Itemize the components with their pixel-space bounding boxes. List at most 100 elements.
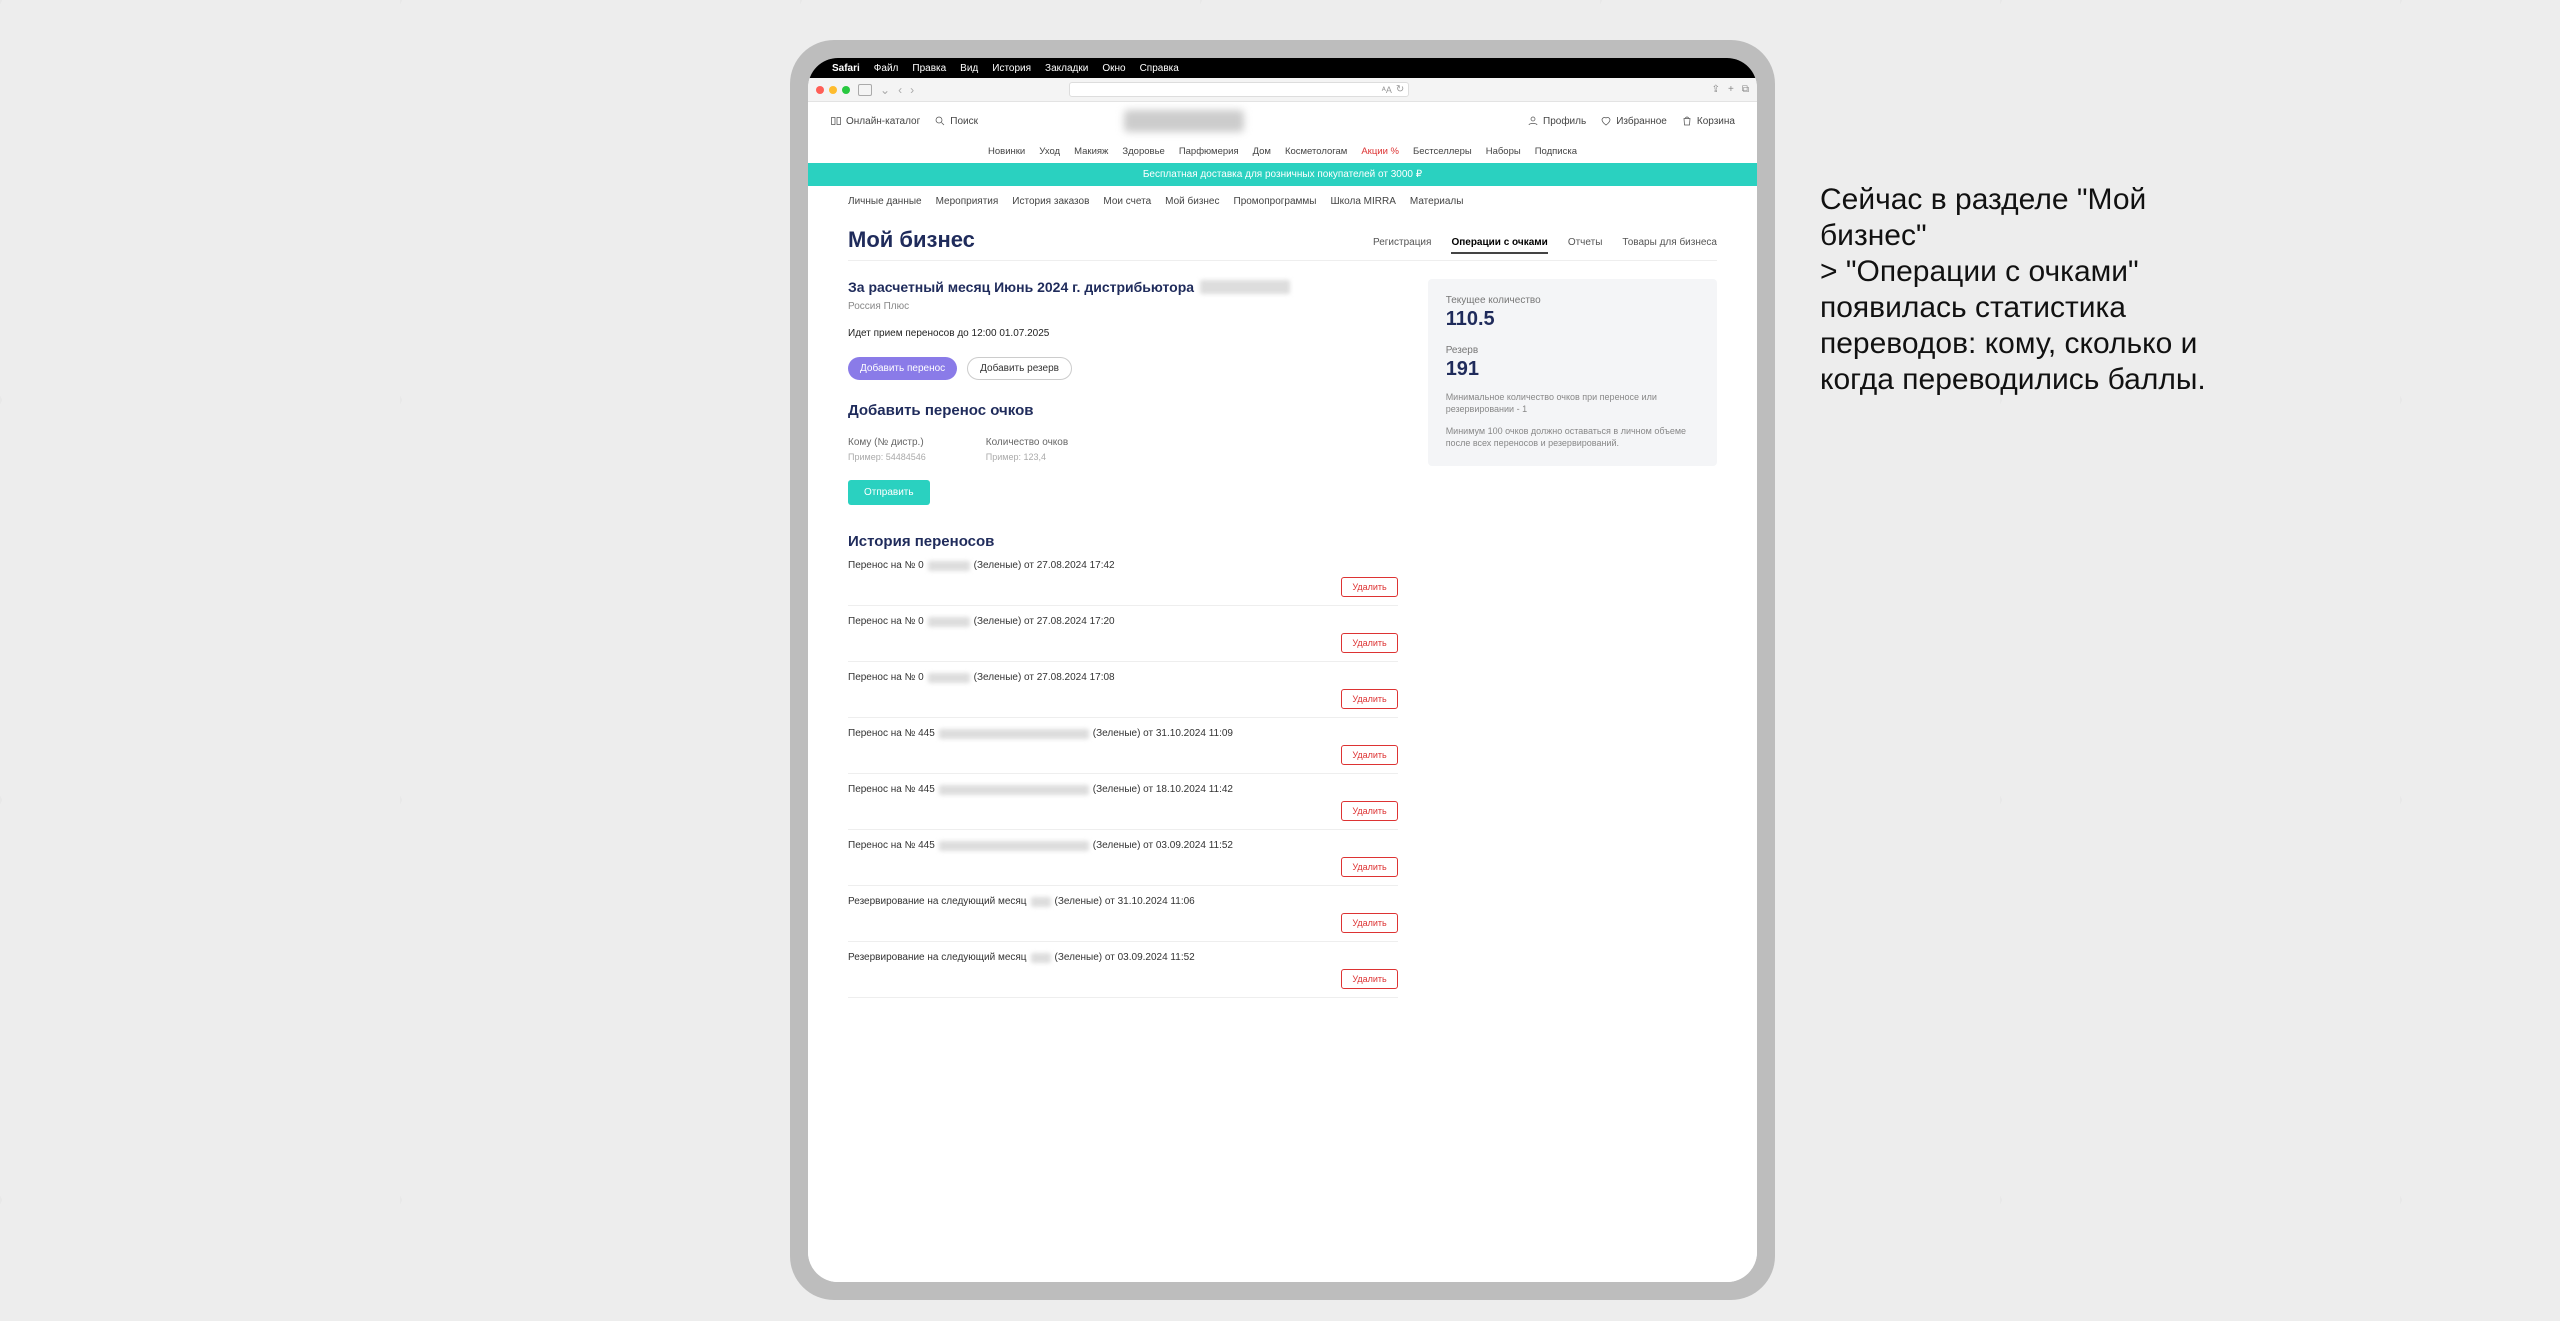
share-icon[interactable]: ⇪ [1712, 84, 1720, 95]
subnav-item[interactable]: Мой бизнес [1165, 196, 1219, 207]
content-area: Мой бизнес Регистрация Операции с очками… [808, 217, 1757, 1282]
macos-menubar: Safari Файл Правка Вид История Закладки … [808, 58, 1757, 78]
history-item: Резервирование на следующий месяц(Зелены… [848, 886, 1398, 942]
tab-registration[interactable]: Регистрация [1373, 237, 1431, 254]
tab-business-goods[interactable]: Товары для бизнеса [1622, 237, 1717, 254]
history-item: Перенос на № 445(Зеленые) от 18.10.2024 … [848, 774, 1398, 830]
catnav-item[interactable]: Новинки [988, 146, 1025, 157]
history-suffix: (Зеленые) от 03.09.2024 11:52 [1055, 952, 1195, 963]
minimize-window-icon[interactable] [829, 86, 837, 94]
business-tabs: Регистрация Операции с очками Отчеты Тов… [848, 237, 1717, 261]
add-transfer-button[interactable]: Добавить перенос [848, 357, 957, 380]
reserve-points-label: Резерв [1446, 345, 1699, 356]
menubar-item-file[interactable]: Файл [874, 63, 899, 74]
menubar-item-history[interactable]: История [992, 63, 1031, 74]
add-transfer-heading: Добавить перенос очков [848, 402, 1398, 419]
history-heading: История переносов [848, 533, 1398, 550]
catnav-item[interactable]: Уход [1039, 146, 1060, 157]
history-item: Перенос на № 0(Зеленые) от 27.08.2024 17… [848, 606, 1398, 662]
free-shipping-banner: Бесплатная доставка для розничных покупа… [808, 163, 1757, 186]
history-suffix: (Зеленые) от 27.08.2024 17:08 [974, 672, 1115, 683]
history-item: Перенос на № 0(Зеленые) от 27.08.2024 17… [848, 550, 1398, 606]
search-link[interactable]: Поиск [934, 115, 978, 127]
delete-button[interactable]: Удалить [1341, 857, 1397, 877]
heart-icon [1600, 115, 1612, 127]
catnav-item[interactable]: Парфюмерия [1179, 146, 1239, 157]
redacted-value [939, 729, 1089, 739]
reader-icon[interactable]: ᴬA [1382, 85, 1392, 95]
history-prefix: Перенос на № 445 [848, 728, 935, 739]
tabs-icon[interactable]: ⧉ [1742, 84, 1749, 95]
redacted-value [939, 841, 1089, 851]
catnav-item[interactable]: Дом [1253, 146, 1271, 157]
catnav-item[interactable]: Бестселлеры [1413, 146, 1472, 157]
subnav-item[interactable]: Личные данные [848, 196, 922, 207]
profile-link[interactable]: Профиль [1527, 115, 1586, 127]
history-item: Перенос на № 445(Зеленые) от 03.09.2024 … [848, 830, 1398, 886]
new-tab-icon[interactable]: + [1728, 84, 1734, 95]
history-suffix: (Зеленые) от 27.08.2024 17:20 [974, 616, 1115, 627]
catnav-item[interactable]: Наборы [1486, 146, 1521, 157]
catalog-link[interactable]: Онлайн-каталог [830, 115, 920, 127]
delete-button[interactable]: Удалить [1341, 913, 1397, 933]
menubar-app-name[interactable]: Safari [832, 63, 860, 74]
chevron-down-icon[interactable]: ⌄ [880, 83, 890, 97]
subnav-item[interactable]: Материалы [1410, 196, 1464, 207]
menubar-item-edit[interactable]: Правка [912, 63, 946, 74]
delete-button[interactable]: Удалить [1341, 745, 1397, 765]
subnav-item[interactable]: Школа MIRRA [1331, 196, 1396, 207]
sidebar-toggle-icon[interactable] [858, 84, 872, 96]
favorites-link[interactable]: Избранное [1600, 115, 1667, 127]
menubar-item-window[interactable]: Окно [1102, 63, 1125, 74]
subnav-item[interactable]: Мои счета [1103, 196, 1151, 207]
catnav-item[interactable]: Косметологам [1285, 146, 1347, 157]
maximize-window-icon[interactable] [842, 86, 850, 94]
subnav-item[interactable]: Промопрограммы [1234, 196, 1317, 207]
menubar-item-view[interactable]: Вид [960, 63, 978, 74]
current-points-value: 110.5 [1446, 308, 1699, 331]
catnav-item[interactable]: Макияж [1074, 146, 1108, 157]
menubar-item-bookmarks[interactable]: Закладки [1045, 63, 1088, 74]
catnav-item-promo[interactable]: Акции % [1361, 146, 1399, 157]
catnav-item[interactable]: Здоровье [1122, 146, 1164, 157]
menubar-item-help[interactable]: Справка [1140, 63, 1179, 74]
close-window-icon[interactable] [816, 86, 824, 94]
delete-button[interactable]: Удалить [1341, 969, 1397, 989]
book-icon [830, 115, 842, 127]
tablet-frame: Safari Файл Правка Вид История Закладки … [790, 40, 1775, 1300]
reload-icon[interactable]: ↻ [1396, 84, 1404, 95]
delete-button[interactable]: Удалить [1341, 689, 1397, 709]
redacted-value [928, 673, 970, 683]
top-nav: Онлайн-каталог Поиск Профиль Изб [808, 102, 1757, 140]
window-controls [816, 86, 850, 94]
delete-button[interactable]: Удалить [1341, 633, 1397, 653]
min-remain-note: Минимум 100 очков должно оставаться в ли… [1446, 425, 1699, 449]
back-icon[interactable]: ‹ [898, 83, 902, 97]
history-prefix: Резервирование на следующий месяц [848, 896, 1027, 907]
tab-points-operations[interactable]: Операции с очками [1451, 237, 1547, 254]
subnav-item[interactable]: Мероприятия [936, 196, 999, 207]
forward-icon[interactable]: › [910, 83, 914, 97]
catalog-label: Онлайн-каталог [846, 116, 920, 127]
delete-button[interactable]: Удалить [1341, 577, 1397, 597]
user-icon [1527, 115, 1539, 127]
url-bar[interactable]: ᴬA ↻ [1069, 82, 1409, 97]
add-reserve-button[interactable]: Добавить резерв [967, 357, 1072, 380]
send-button[interactable]: Отправить [848, 480, 930, 505]
recipient-hint: Пример: 54484546 [848, 452, 926, 462]
catnav-item[interactable]: Подписка [1535, 146, 1577, 157]
redacted-value [1031, 897, 1051, 907]
period-heading: За расчетный месяц Июнь 2024 г. дистрибь… [848, 279, 1398, 295]
delete-button[interactable]: Удалить [1341, 801, 1397, 821]
history-item: Перенос на № 445 (Зеленые) от 31.10.2024 … [848, 718, 1398, 774]
redacted-distributor [1200, 280, 1290, 294]
tablet-screen: Safari Файл Правка Вид История Закладки … [808, 58, 1757, 1282]
history-prefix: Резервирование на следующий месяц [848, 952, 1027, 963]
tab-reports[interactable]: Отчеты [1568, 237, 1603, 254]
browser-toolbar: ⌄ ‹ › ᴬA ↻ ⇪ + ⧉ [808, 78, 1757, 102]
subnav-item[interactable]: История заказов [1012, 196, 1089, 207]
cart-link[interactable]: Корзина [1681, 115, 1735, 127]
current-points-label: Текущее количество [1446, 295, 1699, 306]
history-suffix: (Зеленые) от 31.10.2024 11:09 [1093, 728, 1233, 739]
cart-label: Корзина [1697, 116, 1735, 127]
